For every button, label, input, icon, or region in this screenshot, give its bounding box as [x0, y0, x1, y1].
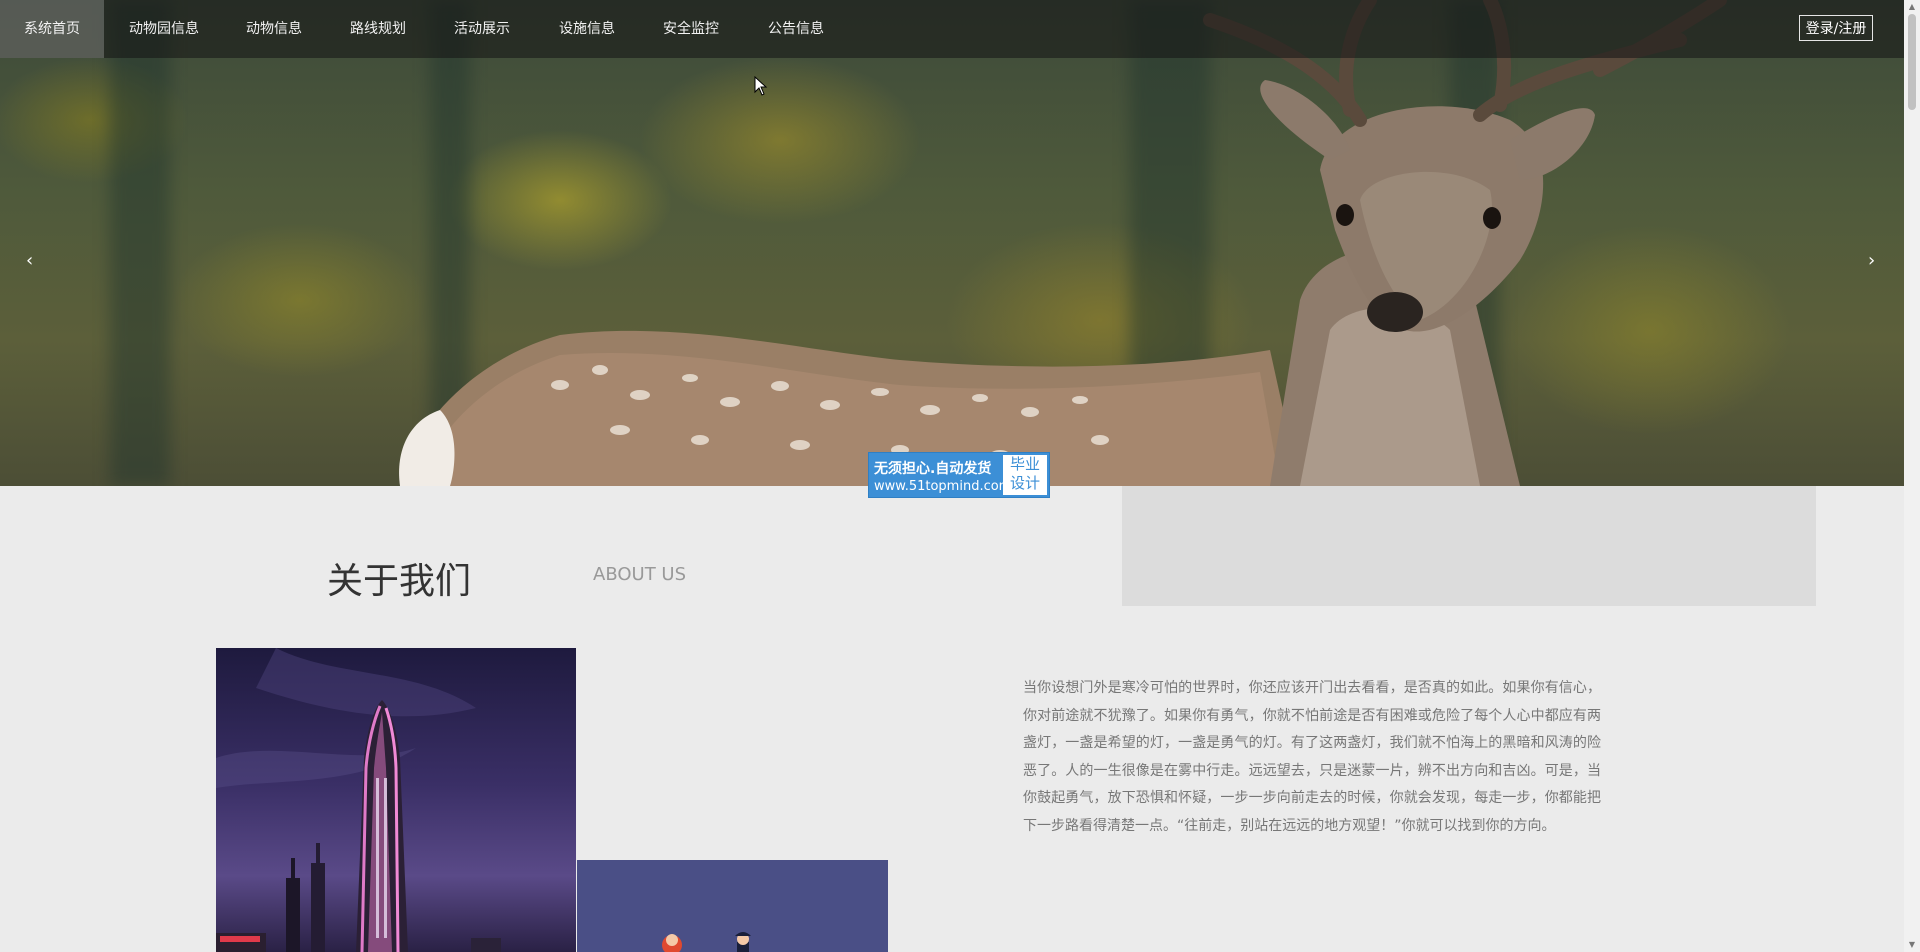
nav-item-security-monitor[interactable]: 安全监控 — [639, 0, 743, 58]
watermark-badge: 无须担心.自动发货 www.51topmind.com 毕业设计 — [868, 452, 1050, 498]
about-text: 当你设想门外是寒冷可怕的世界时，你还应该开门出去看看，是否真的如此。如果你有信心… — [1023, 680, 1601, 834]
nav-item-facilities[interactable]: 设施信息 — [535, 0, 639, 58]
scroll-thumb[interactable] — [1908, 14, 1916, 110]
mouse-cursor-icon — [754, 76, 768, 96]
hero-banner: ‹ › — [0, 0, 1904, 486]
illustration-image — [577, 860, 888, 952]
watermark-box-text: 毕业设计 — [1003, 455, 1047, 495]
page-scrollbar[interactable]: ▲ ▼ — [1904, 0, 1920, 952]
grey-placeholder-block — [1122, 486, 1816, 606]
watermark-main-text: 无须担心.自动发货 — [874, 461, 992, 477]
scroll-down-icon[interactable]: ▼ — [1904, 938, 1920, 952]
watermark-url: www.51topmind.com — [874, 479, 1012, 494]
carousel-prev-button[interactable]: ‹ — [26, 250, 33, 271]
about-title-en: ABOUT US — [593, 564, 687, 585]
city-night-image — [216, 648, 576, 952]
nav-item-route-planning[interactable]: 路线规划 — [326, 0, 430, 58]
top-nav: 系统首页 动物园信息 动物信息 路线规划 活动展示 设施信息 安全监控 公告信息… — [0, 0, 1904, 58]
nav-item-activities[interactable]: 活动展示 — [430, 0, 534, 58]
nav-item-home[interactable]: 系统首页 — [0, 0, 104, 58]
login-register-button[interactable]: 登录/注册 — [1799, 15, 1873, 41]
about-title-cn: 关于我们 — [327, 561, 472, 602]
nav-item-animal-info[interactable]: 动物信息 — [222, 0, 326, 58]
deer-image — [399, 0, 1727, 486]
scroll-up-icon[interactable]: ▲ — [1904, 0, 1920, 14]
nav-item-notices[interactable]: 公告信息 — [744, 0, 848, 58]
carousel-next-button[interactable]: › — [1868, 250, 1875, 271]
nav-item-zoo-info[interactable]: 动物园信息 — [112, 0, 216, 58]
